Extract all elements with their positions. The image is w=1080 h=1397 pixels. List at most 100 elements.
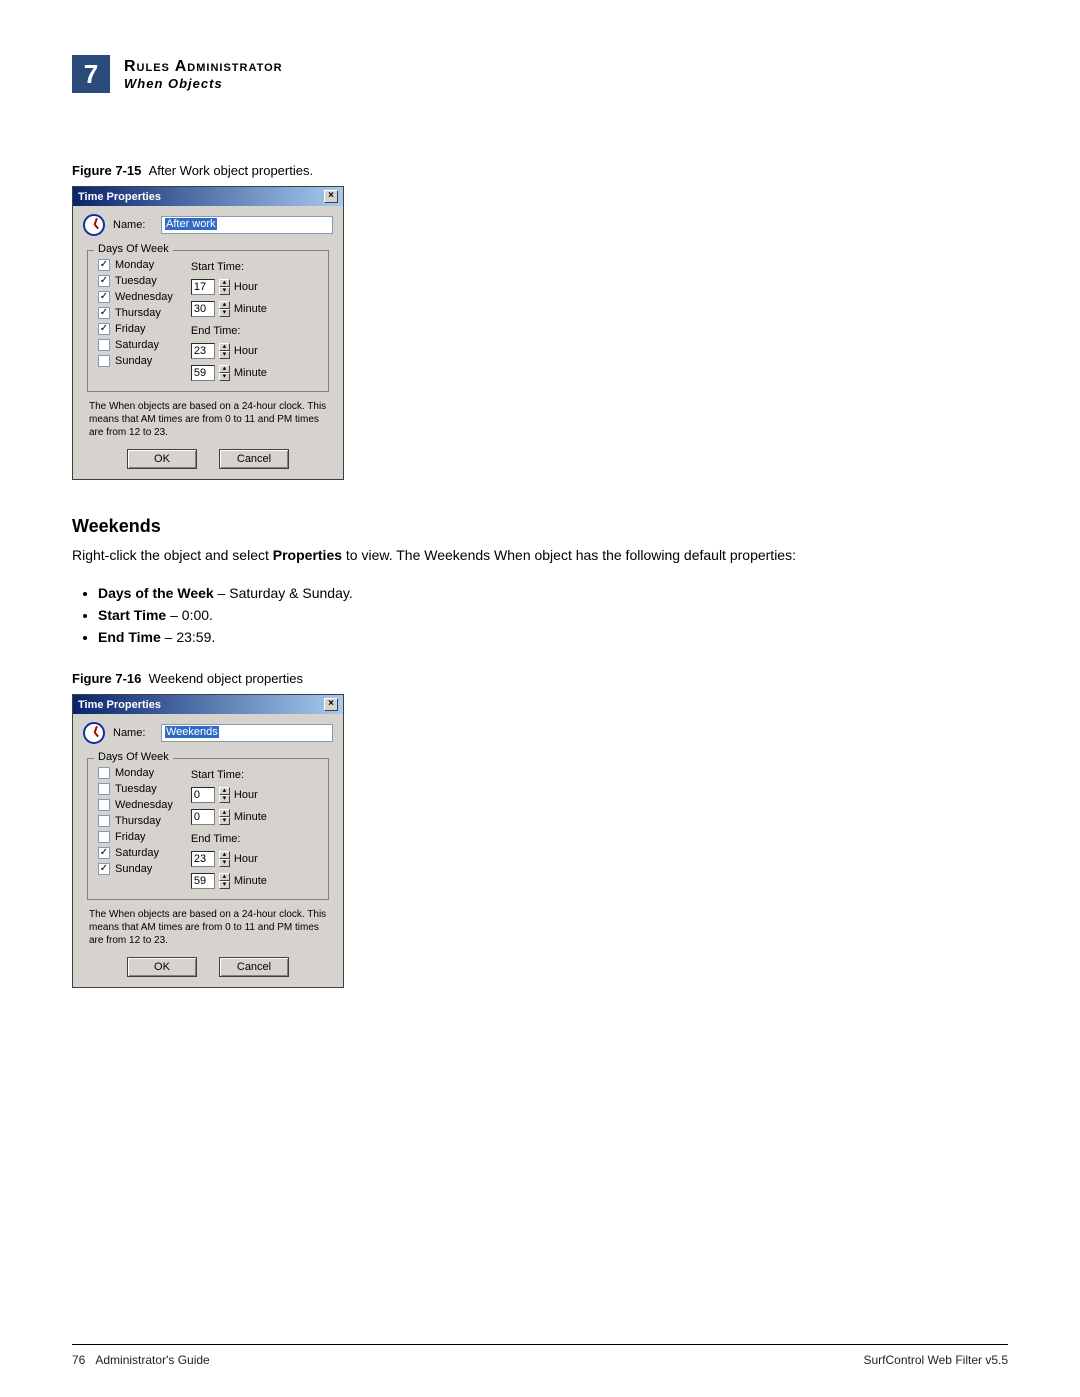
end-hour-input[interactable]: 23	[191, 343, 215, 359]
fieldset-legend: Days Of Week	[94, 243, 173, 255]
time-properties-dialog-afterwork: Time Properties × Name: After work Days …	[72, 186, 344, 480]
spin-up-icon[interactable]: ▴	[219, 301, 230, 309]
figure-7-16-caption: Figure 7-16 Weekend object properties	[72, 671, 1008, 686]
chapter-line-2: When Objects	[124, 76, 283, 91]
checkbox-tuesday[interactable]: Tuesday	[98, 783, 173, 795]
spin-up-icon[interactable]: ▴	[219, 343, 230, 351]
clock-icon	[83, 214, 105, 236]
checkbox-label: Saturday	[115, 339, 159, 351]
checkbox-box[interactable]: ✓	[98, 307, 110, 319]
end-minute-input[interactable]: 59	[191, 365, 215, 381]
checkbox-sunday[interactable]: Sunday	[98, 355, 173, 367]
figure-label: Figure 7-16	[72, 671, 141, 686]
spin-down-icon[interactable]: ▾	[219, 817, 230, 825]
list-item: End Time – 23:59.	[98, 629, 1008, 645]
name-input[interactable]: After work	[161, 216, 333, 234]
checkbox-box[interactable]: ✓	[98, 863, 110, 875]
hour-label: Hour	[234, 345, 258, 357]
checkbox-box[interactable]	[98, 767, 110, 779]
cancel-button[interactable]: Cancel	[219, 957, 289, 977]
spin-up-icon[interactable]: ▴	[219, 873, 230, 881]
checkbox-box[interactable]	[98, 815, 110, 827]
checkbox-box[interactable]	[98, 339, 110, 351]
checkbox-box[interactable]	[98, 783, 110, 795]
spin-down-icon[interactable]: ▾	[219, 351, 230, 359]
start-hour-input[interactable]: 17	[191, 279, 215, 295]
checkbox-wednesday[interactable]: ✓ Wednesday	[98, 291, 173, 303]
checkbox-tuesday[interactable]: ✓Tuesday	[98, 275, 173, 287]
checkbox-thursday[interactable]: ✓Thursday	[98, 307, 173, 319]
name-label: Name:	[113, 727, 153, 739]
dialog-titlebar: Time Properties ×	[73, 187, 343, 206]
checkbox-thursday[interactable]: Thursday	[98, 815, 173, 827]
start-minute-input[interactable]: 0	[191, 809, 215, 825]
checkbox-box[interactable]: ✓	[98, 291, 110, 303]
spin-up-icon[interactable]: ▴	[219, 851, 230, 859]
spin-up-icon[interactable]: ▴	[219, 365, 230, 373]
checkbox-wednesday[interactable]: Wednesday	[98, 799, 173, 811]
checkbox-friday[interactable]: ✓ Friday	[98, 323, 173, 335]
checkbox-friday[interactable]: Friday	[98, 831, 173, 843]
dialog-title: Time Properties	[78, 699, 161, 711]
start-hour-input[interactable]: 0	[191, 787, 215, 803]
hour-label: Hour	[234, 789, 258, 801]
minute-label: Minute	[234, 303, 267, 315]
cancel-button[interactable]: Cancel	[219, 449, 289, 469]
page-footer: 76 Administrator's Guide SurfControl Web…	[72, 1344, 1008, 1367]
spin-down-icon[interactable]: ▾	[219, 309, 230, 317]
times-column: Start Time: 0 ▴▾ Hour 0 ▴▾ Minute End Ti…	[191, 767, 267, 889]
start-minute-input[interactable]: 30	[191, 301, 215, 317]
end-hour-input[interactable]: 23	[191, 851, 215, 867]
figure-label: Figure 7-15	[72, 163, 141, 178]
end-time-label: End Time:	[191, 833, 267, 845]
checkbox-box[interactable]: ✓	[98, 259, 110, 271]
spin-down-icon[interactable]: ▾	[219, 373, 230, 381]
spin-up-icon[interactable]: ▴	[219, 787, 230, 795]
ok-button[interactable]: OK	[127, 957, 197, 977]
minute-label: Minute	[234, 367, 267, 379]
spin-down-icon[interactable]: ▾	[219, 795, 230, 803]
figure-text: Weekend object properties	[149, 671, 303, 686]
spin-up-icon[interactable]: ▴	[219, 279, 230, 287]
footer-left: 76 Administrator's Guide	[72, 1353, 210, 1367]
checkbox-monday[interactable]: Monday	[98, 767, 173, 779]
checkbox-saturday[interactable]: Saturday	[98, 339, 173, 351]
spin-down-icon[interactable]: ▾	[219, 881, 230, 889]
checkbox-label: Wednesday	[115, 291, 173, 303]
start-time-label: Start Time:	[191, 261, 267, 273]
checkbox-label: Monday	[115, 259, 154, 271]
dialog-title: Time Properties	[78, 191, 161, 203]
checkbox-label: Sunday	[115, 355, 152, 367]
time-properties-dialog-weekends: Time Properties × Name: Weekends Days Of…	[72, 694, 344, 988]
checkbox-box[interactable]: ✓	[98, 275, 110, 287]
section-intro: Right-click the object and select Proper…	[72, 545, 1008, 565]
close-icon[interactable]: ×	[324, 698, 338, 711]
checkbox-label: Friday	[115, 323, 146, 335]
clock-note: The When objects are based on a 24-hour …	[89, 400, 327, 439]
spin-down-icon[interactable]: ▾	[219, 287, 230, 295]
checkbox-box[interactable]: ✓	[98, 847, 110, 859]
end-time-label: End Time:	[191, 325, 267, 337]
checkbox-saturday[interactable]: ✓Saturday	[98, 847, 173, 859]
end-minute-input[interactable]: 59	[191, 873, 215, 889]
checkbox-monday[interactable]: ✓ Monday	[98, 259, 173, 271]
ok-button[interactable]: OK	[127, 449, 197, 469]
figure-7-15-caption: Figure 7-15 After Work object properties…	[72, 163, 1008, 178]
times-column: Start Time: 17 ▴▾ Hour 30 ▴▾ Minute End …	[191, 259, 267, 381]
checkbox-label: Wednesday	[115, 799, 173, 811]
chapter-number-box: 7	[72, 55, 110, 93]
checkbox-box[interactable]	[98, 799, 110, 811]
name-input[interactable]: Weekends	[161, 724, 333, 742]
hour-label: Hour	[234, 281, 258, 293]
checkbox-box[interactable]: ✓	[98, 323, 110, 335]
list-item: Start Time – 0:00.	[98, 607, 1008, 623]
chapter-title: Rules Administrator When Objects	[124, 58, 283, 91]
checkbox-box[interactable]	[98, 831, 110, 843]
checkbox-box[interactable]	[98, 355, 110, 367]
checkbox-sunday[interactable]: ✓Sunday	[98, 863, 173, 875]
spin-up-icon[interactable]: ▴	[219, 809, 230, 817]
close-icon[interactable]: ×	[324, 190, 338, 203]
clock-icon	[83, 722, 105, 744]
spin-down-icon[interactable]: ▾	[219, 859, 230, 867]
minute-label: Minute	[234, 811, 267, 823]
